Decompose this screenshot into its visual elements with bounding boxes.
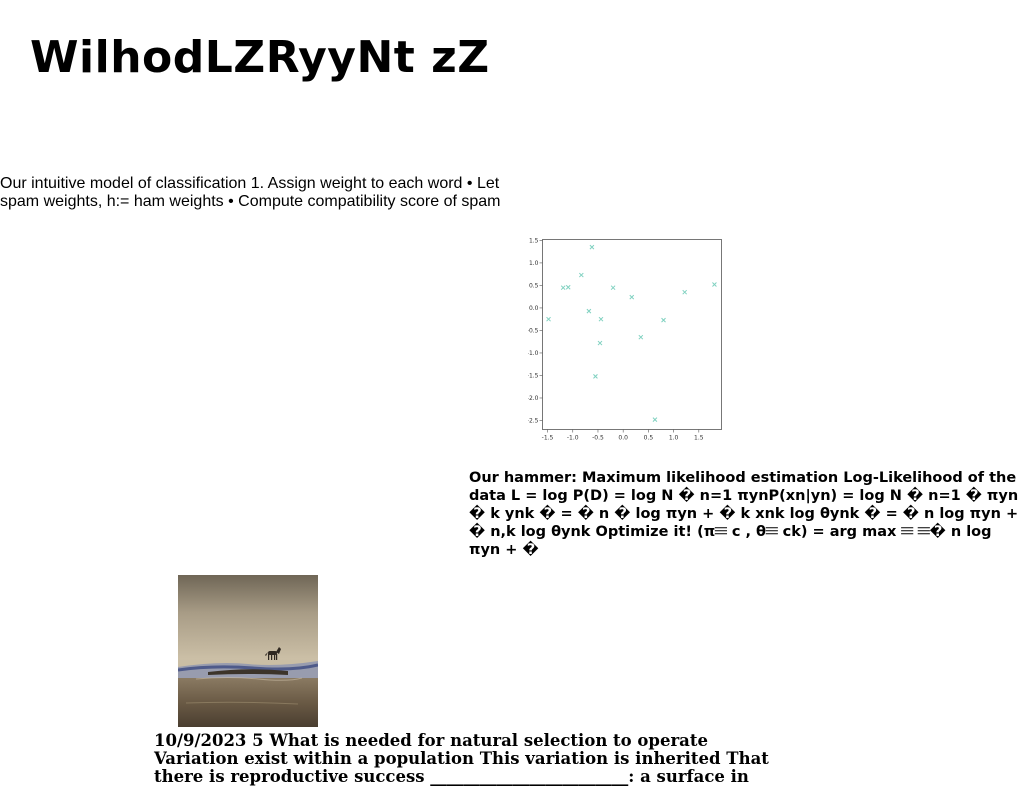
data-point: [560, 285, 566, 291]
data-point: [597, 340, 603, 346]
x-tick-label: -1.5: [542, 435, 554, 442]
data-point: [638, 334, 644, 340]
y-tick-label: 1.0: [529, 260, 539, 267]
natural-selection-text-block: 10/9/2023 5 What is needed for natural s…: [154, 731, 769, 786]
data-point: [652, 417, 658, 422]
x-tick-label: 0.0: [618, 435, 628, 442]
y-tick-label: -1.0: [528, 350, 539, 357]
x-tick-label: 1.0: [669, 435, 679, 442]
y-tick-label: -2.5: [528, 417, 539, 424]
classification-text-block: Our intuitive model of classification 1.…: [0, 175, 501, 210]
data-point: [629, 294, 635, 300]
wolf-landscape-photo: [178, 575, 318, 727]
x-tick-label: 1.5: [694, 435, 704, 442]
data-point: [598, 316, 604, 322]
y-tick-label: -0.5: [528, 327, 539, 334]
hammer-text-block: Our hammer: Maximum likelihood estimatio…: [469, 470, 1019, 558]
data-point: [586, 308, 592, 314]
data-point: [661, 317, 666, 323]
scatter-plot-svg: 1.5 1.0 0.5 0.0 -0.5 -1.0 -1.5 -2.0 -2.5 -1.5 -1.0…: [528, 237, 722, 442]
data-point: [589, 244, 595, 250]
page-title: WilhodLZRyyNt zZ: [30, 32, 490, 83]
x-tick-label: 0.5: [644, 435, 654, 442]
scatter-chart: 1.5 1.0 0.5 0.0 -0.5 -1.0 -1.5 -2.0 -2.5 -1.5 -1.0…: [528, 232, 728, 444]
y-tick-label: 0.0: [529, 305, 539, 312]
data-point: [578, 272, 584, 278]
x-tick-label: -0.5: [592, 435, 604, 442]
y-tick-label: -1.5: [528, 372, 539, 379]
y-tick-label: -2.0: [528, 395, 539, 402]
y-tick-label: 1.5: [529, 237, 539, 244]
data-point: [610, 285, 616, 291]
data-point: [682, 289, 688, 295]
data-point: [712, 282, 717, 287]
data-point: [593, 374, 598, 379]
x-tick-label: -1.0: [567, 435, 579, 442]
y-tick-label: 0.5: [529, 282, 539, 289]
plot-frame: [542, 239, 722, 430]
data-point: [546, 316, 551, 322]
data-point: [565, 284, 571, 290]
